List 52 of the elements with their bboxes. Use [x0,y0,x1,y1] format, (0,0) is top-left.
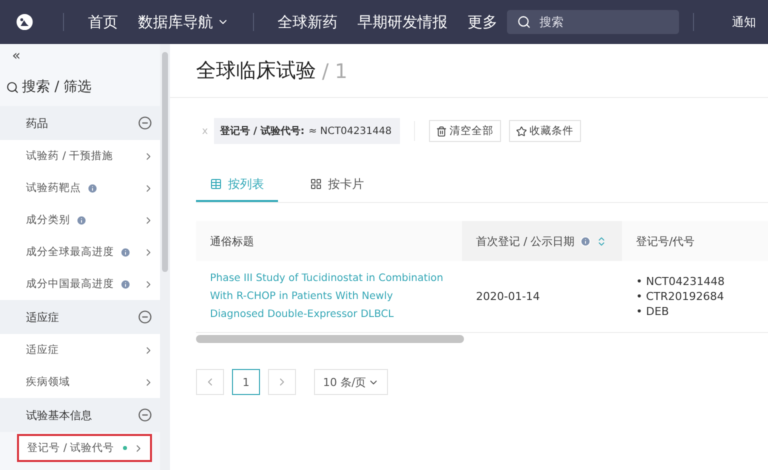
filter-item[interactable]: 试验药 / 干预措施 [0,140,160,172]
filter-item[interactable]: 适应症 [0,334,160,366]
search-icon [517,15,532,29]
column-header: 登记号/代号 [622,221,768,261]
nav-link[interactable]: 数据库导航 [128,12,239,32]
nav-link[interactable]: 更多 [457,12,508,32]
page-title: 全球临床试验 [196,57,316,84]
star-icon [516,126,527,136]
action-button[interactable]: 清空全部 [428,120,501,142]
notification-link[interactable]: 通知 [732,14,756,30]
nav-link[interactable]: 早期研发情报 [347,12,458,32]
action-button[interactable]: 收藏条件 [508,120,581,142]
search-field[interactable]: 搜索 [507,10,680,34]
table-icon [210,178,222,190]
filter-label: 登记号 / 试验代号: [218,124,305,138]
view-tab[interactable]: 按卡片 [296,168,378,202]
page-button[interactable]: 1 [232,369,260,395]
registration-id: • DEB [636,305,670,318]
collapse-button[interactable]: « [0,44,160,68]
collapse-icon[interactable] [138,310,152,324]
filter-value: ≈ NCT04231448 [308,126,392,136]
info-icon [120,246,131,258]
sidebar-title: 搜索 / 筛选 [22,78,92,96]
title-separator: / [322,58,329,82]
collapse-icon[interactable] [138,408,152,422]
filter-group-header[interactable]: 药品 [0,106,160,140]
filter-item[interactable]: 疾病领域 [0,366,160,398]
filter-item[interactable]: 登记号 / 试验代号 [17,434,152,462]
info-icon [76,214,87,226]
filter-item[interactable]: 成分类别 [0,204,160,236]
date-cell: 2020-01-14 [476,290,540,303]
horizontal-scrollbar[interactable] [196,335,464,343]
info-icon [87,182,98,194]
filter-group-header[interactable]: 试验基本信息 [0,398,160,432]
collapse-icon[interactable] [138,116,152,130]
registration-id: • NCT04231448 [636,275,725,288]
result-count: 1 [334,58,348,82]
column-header: 通俗标题 [196,221,462,261]
filter-group-header[interactable]: 适应症 [0,300,160,334]
page-size-select[interactable]: 10 条/页 [314,369,388,395]
search-icon [6,80,19,94]
info-icon [120,278,131,290]
column-header[interactable]: 首次登记 / 公示日期 [462,221,622,261]
registration-id: • CTR20192684 [636,290,725,303]
filter-item[interactable]: 成分全球最高进度 [0,236,160,268]
filter-item[interactable]: 成分中国最高进度 [0,268,160,300]
trash-icon [436,126,447,136]
grid-icon [310,178,322,190]
info-icon [580,236,591,246]
nav-link[interactable]: 全球新药 [267,12,348,32]
filter-item[interactable]: 试验药靶点 [0,172,160,204]
nav-link[interactable]: 首页 [78,12,128,32]
